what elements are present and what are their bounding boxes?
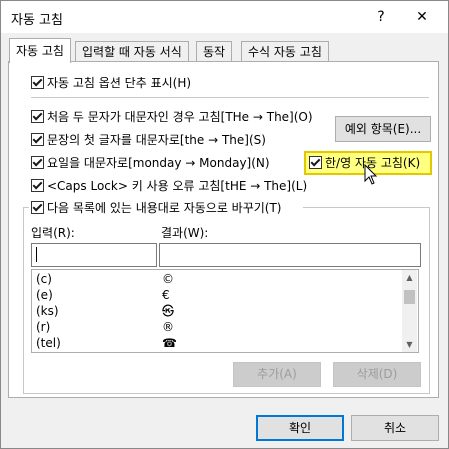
checkbox-checked-icon	[31, 179, 44, 192]
replace-input[interactable]	[31, 243, 157, 267]
ok-button[interactable]: 확인	[256, 415, 344, 441]
list-item-result: ☎	[162, 336, 177, 350]
add-button[interactable]: 추가(A)	[233, 362, 321, 387]
tab-actions[interactable]: 동작	[196, 41, 233, 62]
capitalize-days-label: 요일을 대문자로[monday → Monday](N)	[47, 156, 270, 170]
show-buttons-label: 자동 고침 옵션 단추 표시(H)	[47, 76, 192, 90]
scroll-down-arrow-icon[interactable]: ▼	[402, 337, 417, 352]
list-item[interactable]: (r) ®	[32, 319, 400, 336]
replace-text-label: 다음 목록에 있는 내용대로 자동으로 바꾸기(T)	[47, 201, 282, 215]
cancel-button[interactable]: 취소	[351, 415, 439, 441]
tab-autoformat-as-you-type[interactable]: 입력할 때 자동 서식	[75, 41, 189, 62]
with-input[interactable]	[159, 243, 421, 267]
vertical-scrollbar[interactable]: ▲ ▼	[402, 270, 417, 352]
group-border-top	[303, 207, 430, 208]
tab-math-autocorrect[interactable]: 수식 자동 고침	[241, 41, 329, 62]
tab-autocorrect[interactable]: 자동 고침	[9, 38, 71, 63]
checkbox-checked-icon	[31, 201, 44, 214]
replacement-list[interactable]: (c) © (e) € (ks) ㉿ (r) ® (tel) ☎ ▲ ▼	[31, 269, 419, 353]
list-item-result: ®	[162, 320, 174, 334]
checkbox-checked-icon	[309, 156, 322, 169]
group-border-bottom	[23, 393, 430, 394]
two-initials-label: 처음 두 문자가 대문자인 경우 고침[THe → The](O)	[47, 110, 313, 124]
list-item-input: (ks)	[36, 304, 59, 318]
list-item[interactable]: (ks) ㉿	[32, 303, 400, 320]
list-item-input: (e)	[36, 288, 53, 302]
list-item-input: (c)	[36, 272, 52, 286]
replace-text-checkbox[interactable]: 다음 목록에 있는 내용대로 자동으로 바꾸기(T)	[31, 200, 282, 216]
scroll-thumb[interactable]	[404, 290, 415, 304]
list-item[interactable]: (c) ©	[32, 271, 400, 288]
text-caret	[36, 247, 37, 262]
dialog-title: 자동 고침	[11, 13, 63, 28]
group-border-right	[429, 207, 430, 393]
checkbox-checked-icon	[31, 156, 44, 169]
list-item-result: €	[162, 288, 170, 302]
list-item-result: ㉿	[162, 304, 175, 318]
scroll-up-arrow-icon[interactable]: ▲	[402, 270, 417, 285]
caps-lock-label: <Caps Lock> 키 사용 오류 고침[tHE → The](L)	[47, 179, 308, 193]
list-item[interactable]: (tel) ☎	[32, 335, 400, 352]
checkbox-checked-icon	[31, 76, 44, 89]
group-border-left	[23, 207, 24, 393]
exceptions-button[interactable]: 예외 항목(E)...	[335, 116, 431, 142]
list-item-result: ©	[162, 272, 174, 286]
checkbox-checked-icon	[31, 133, 44, 146]
title-bar: 자동 고침 ? ✕	[1, 1, 448, 33]
help-button[interactable]: ?	[370, 6, 392, 28]
delete-button[interactable]: 삭제(D)	[333, 362, 421, 387]
separator	[31, 97, 429, 98]
capitalize-sentences-label: 문장의 첫 글자를 대문자로[the → The](S)	[47, 133, 266, 147]
autocorrect-dialog: 자동 고침 ? ✕ 자동 고침 입력할 때 자동 서식 동작 수식 자동 고침 …	[0, 0, 449, 449]
checkbox-checked-icon	[31, 110, 44, 123]
group-border-top	[23, 207, 29, 208]
with-label: 결과(W):	[161, 226, 209, 240]
list-item[interactable]: (e) €	[32, 287, 400, 304]
mouse-pointer-icon	[364, 164, 378, 185]
replace-label: 입력(R):	[31, 226, 75, 240]
list-item-input: (r)	[36, 320, 51, 334]
close-button[interactable]: ✕	[409, 5, 435, 29]
list-item-input: (tel)	[36, 336, 61, 350]
